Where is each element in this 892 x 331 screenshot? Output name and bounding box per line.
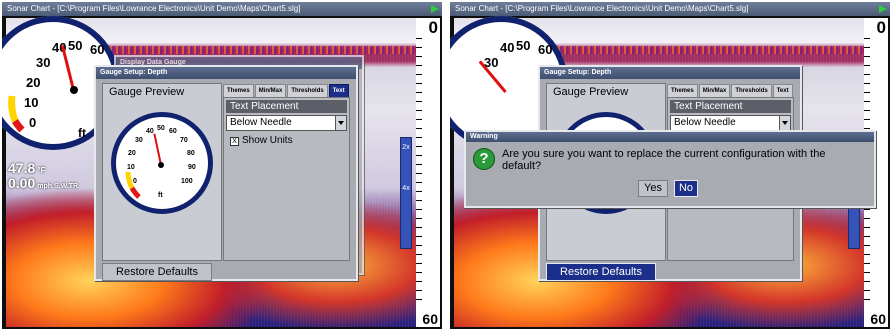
preview-gauge-label: 100 bbox=[181, 178, 193, 185]
show-units-row[interactable]: X Show Units bbox=[230, 135, 293, 146]
scale-top-value: 0 bbox=[428, 18, 438, 37]
gauge-label: 60 bbox=[538, 42, 553, 57]
text-placement-select[interactable]: Below Needle bbox=[670, 115, 791, 131]
gauge-hub bbox=[70, 86, 78, 94]
window-title-bar: Sonar Chart - [C:\Program Files\Lowrance… bbox=[2, 2, 442, 16]
gauge-label: 10 bbox=[24, 95, 39, 110]
depth-scale: 0 60 bbox=[416, 18, 440, 327]
depth-unit: °F bbox=[37, 166, 46, 175]
preview-gauge-label: 10 bbox=[127, 164, 135, 171]
scale-ticks bbox=[416, 38, 422, 308]
preview-gauge-label: 80 bbox=[187, 150, 195, 157]
gauge-label: 40 bbox=[500, 40, 515, 55]
gauge-label: 60 bbox=[90, 42, 105, 57]
warning-dialog: Warning ? Are you sure you want to repla… bbox=[464, 130, 876, 208]
show-units-label: Show Units bbox=[242, 135, 293, 146]
warning-message: Are you sure you want to replace the cur… bbox=[502, 148, 826, 172]
zoom-label-lower: 4x bbox=[402, 185, 410, 192]
preview-title: Gauge Preview bbox=[109, 86, 185, 98]
depth-readout: 47.8 °F bbox=[8, 160, 45, 176]
tab-text[interactable]: Text bbox=[328, 84, 349, 98]
gauge-preview-pane: Gauge Preview 40 50 60 30 20 10 0 70 80 … bbox=[102, 83, 222, 261]
restore-defaults-button[interactable]: Restore Defaults bbox=[546, 263, 656, 281]
gauge-label: 20 bbox=[26, 75, 41, 90]
preview-gauge-label: 30 bbox=[135, 137, 143, 144]
tab-themes[interactable]: Themes bbox=[667, 84, 698, 98]
dialog-title: Gauge Setup: Depth bbox=[96, 67, 356, 79]
tab-min-max[interactable]: Min/Max bbox=[698, 84, 731, 98]
gauge-unit: ft bbox=[78, 126, 86, 140]
scale-top-value: 0 bbox=[876, 18, 886, 37]
no-button[interactable]: No bbox=[674, 180, 698, 197]
tab-min-max[interactable]: Min/Max bbox=[254, 84, 287, 98]
scale-bottom-value: 60 bbox=[422, 311, 438, 327]
text-placement-select[interactable]: Below Needle bbox=[226, 115, 347, 131]
tab-thresholds[interactable]: Thresholds bbox=[731, 84, 772, 98]
play-icon[interactable] bbox=[431, 5, 439, 13]
dialog-tabs: Themes Min/Max Thresholds Text bbox=[667, 84, 794, 98]
zoom-label: 2x bbox=[402, 144, 410, 151]
preview-gauge-label: 90 bbox=[188, 164, 196, 171]
text-placement-header: Text Placement bbox=[226, 100, 347, 113]
left-screen: Sonar Chart - [C:\Program Files\Lowrance… bbox=[2, 2, 442, 329]
preview-gauge-label: 70 bbox=[180, 137, 188, 144]
play-icon[interactable] bbox=[879, 5, 887, 13]
text-placement-value: Below Needle bbox=[230, 117, 292, 128]
dropdown-arrow-icon[interactable] bbox=[779, 116, 790, 130]
speed-unit: mph S.W.TR bbox=[37, 183, 79, 190]
gauge-setup-dialog: Gauge Setup: Depth Gauge Preview 40 50 6… bbox=[94, 65, 358, 281]
window-title-bar: Sonar Chart - [C:\Program Files\Lowrance… bbox=[450, 2, 890, 16]
preview-gauge-label: 0 bbox=[133, 178, 137, 185]
gauge-label: 30 bbox=[36, 55, 51, 70]
text-tab-body: Text Placement Below Needle X Show Units bbox=[223, 97, 350, 261]
depth-value: 47.8 bbox=[8, 160, 36, 176]
preview-gauge-label: 50 bbox=[157, 125, 165, 132]
preview-gauge-label: 20 bbox=[128, 150, 136, 157]
gauge-label: 0 bbox=[29, 115, 37, 130]
speed-readout: 0.00 mph S.W.TR bbox=[8, 175, 78, 191]
scale-bottom-value: 60 bbox=[870, 311, 886, 327]
show-units-checkbox[interactable]: X bbox=[230, 137, 239, 146]
question-icon: ? bbox=[473, 148, 495, 170]
preview-gauge: 40 50 60 30 20 10 0 70 80 90 100 ft bbox=[111, 112, 213, 214]
right-screen: Sonar Chart - [C:\Program Files\Lowrance… bbox=[450, 2, 890, 329]
dialog-tabs: Themes Min/Max Thresholds Text bbox=[223, 84, 350, 98]
preview-gauge-hub bbox=[158, 162, 164, 168]
text-placement-value: Below Needle bbox=[674, 117, 736, 128]
tab-text[interactable]: Text bbox=[772, 84, 793, 98]
preview-title: Gauge Preview bbox=[553, 86, 629, 98]
zoom-bar[interactable]: 2x 4x bbox=[400, 137, 412, 249]
gauge-label: 50 bbox=[516, 38, 531, 53]
restore-defaults-button[interactable]: Restore Defaults bbox=[102, 263, 212, 281]
speed-value: 0.00 bbox=[8, 175, 36, 191]
preview-gauge-unit: ft bbox=[158, 192, 163, 199]
warning-title: Warning bbox=[466, 132, 874, 142]
preview-gauge-label: 60 bbox=[169, 128, 177, 135]
text-placement-header: Text Placement bbox=[670, 100, 791, 113]
dialog-title: Gauge Setup: Depth bbox=[540, 67, 800, 79]
tab-thresholds[interactable]: Thresholds bbox=[287, 84, 328, 98]
yes-button[interactable]: Yes bbox=[638, 180, 668, 197]
dropdown-arrow-icon[interactable] bbox=[335, 116, 346, 130]
window-title: Sonar Chart - [C:\Program Files\Lowrance… bbox=[455, 4, 749, 13]
tab-themes[interactable]: Themes bbox=[223, 84, 254, 98]
window-title: Sonar Chart - [C:\Program Files\Lowrance… bbox=[7, 4, 301, 13]
gauge-label: 50 bbox=[68, 38, 83, 53]
